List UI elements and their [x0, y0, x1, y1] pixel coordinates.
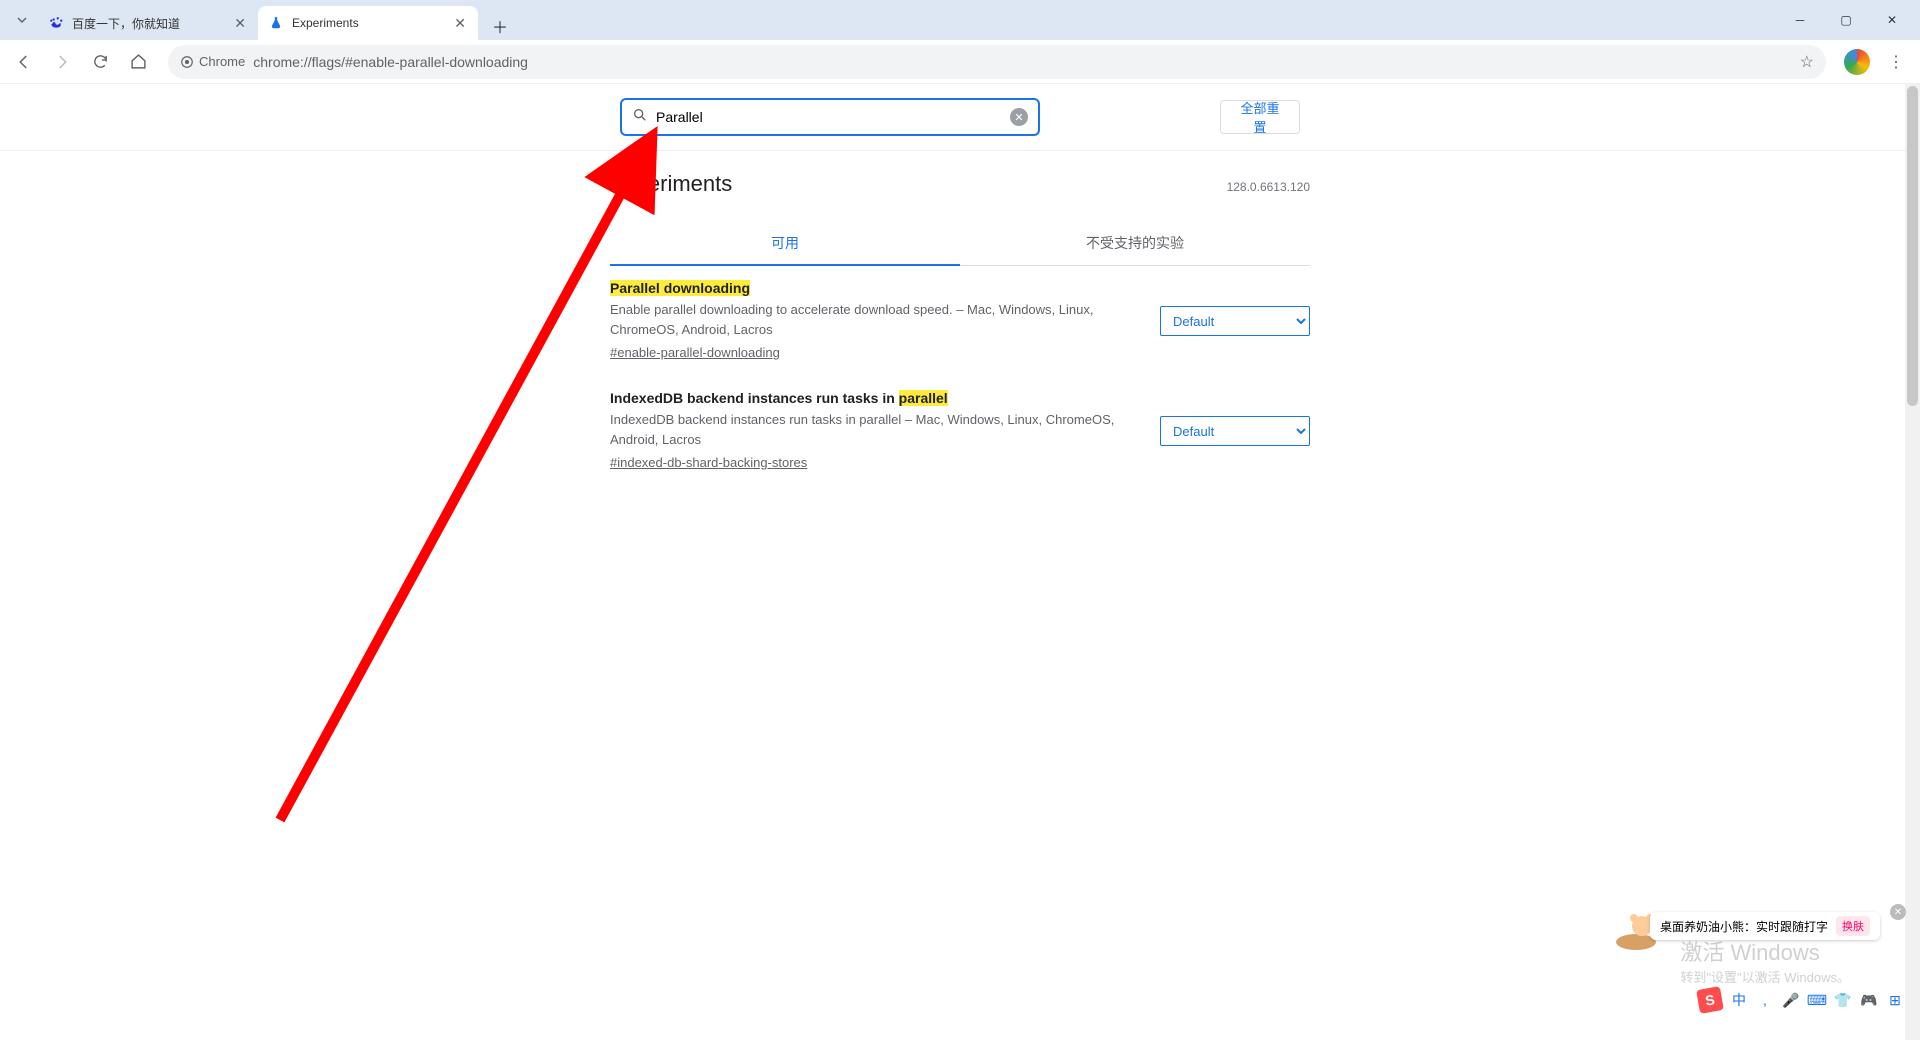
back-button[interactable] [8, 46, 40, 78]
browser-menu-button[interactable]: ⋮ [1880, 46, 1912, 78]
ime-bubble-text: 桌面养奶油小熊：实时跟随打字 [1660, 918, 1828, 935]
flag-hash-link[interactable]: #enable-parallel-downloading [610, 345, 780, 360]
page-content: ✕ 全部重置 Experiments 128.0.6613.120 可用 不受支… [0, 84, 1920, 1040]
tab-unsupported[interactable]: 不受支持的实验 [960, 221, 1310, 265]
ime-bubble-close-icon[interactable]: ✕ [1890, 904, 1906, 920]
flag-row: IndexedDB backend instances run tasks in… [610, 376, 1310, 486]
flag-hash-link[interactable]: #indexed-db-shard-backing-stores [610, 455, 807, 470]
tab-available[interactable]: 可用 [610, 221, 960, 265]
flags-search-box[interactable]: ✕ [620, 98, 1040, 136]
browser-tabs: 百度一下，你就知道 ✕ Experiments ✕ ＋ [38, 0, 514, 40]
browser-titlebar: 百度一下，你就知道 ✕ Experiments ✕ ＋ ─ ▢ ✕ [0, 0, 1920, 40]
tab-label: 可用 [771, 235, 799, 251]
chrome-icon [180, 55, 194, 69]
baidu-favicon-icon [48, 15, 64, 31]
tab-label: 不受支持的实验 [1086, 235, 1184, 251]
tab-experiments[interactable]: Experiments ✕ [258, 6, 478, 40]
ime-icon[interactable]: ⌨ [1808, 991, 1826, 1009]
new-tab-button[interactable]: ＋ [486, 12, 514, 40]
flag-description: IndexedDB backend instances run tasks in… [610, 410, 1140, 449]
address-bar[interactable]: Chrome chrome://flags/#enable-parallel-d… [168, 45, 1826, 79]
tab-title: 百度一下，你就知道 [72, 15, 232, 32]
close-icon[interactable]: ✕ [232, 13, 248, 34]
flask-favicon-icon [268, 15, 284, 31]
page-title: Experiments [610, 171, 732, 197]
profile-avatar[interactable] [1844, 49, 1870, 75]
url-text: chrome://flags/#enable-parallel-download… [253, 54, 1785, 70]
tab-baidu[interactable]: 百度一下，你就知道 ✕ [38, 6, 258, 40]
ime-icon[interactable]: 👕 [1834, 991, 1852, 1009]
ime-toolbar[interactable]: S 中, 🎤 ⌨ 👕 🎮 ⊞ [1698, 988, 1904, 1012]
flags-tabs: 可用 不受支持的实验 [610, 221, 1310, 266]
scrollbar-thumb[interactable] [1907, 86, 1918, 406]
close-window-button[interactable]: ✕ [1872, 5, 1912, 35]
ime-icon[interactable]: , [1756, 991, 1774, 1009]
flags-body: Experiments 128.0.6613.120 可用 不受支持的实验 Pa… [610, 151, 1310, 546]
flag-title: IndexedDB backend instances run tasks in… [610, 390, 1140, 406]
site-identity-chip[interactable]: Chrome [180, 54, 245, 69]
ime-icon[interactable]: 中 [1730, 991, 1748, 1009]
minimize-button[interactable]: ─ [1780, 5, 1820, 35]
flag-state-select[interactable]: Default [1160, 416, 1310, 446]
maximize-button[interactable]: ▢ [1826, 5, 1866, 35]
search-icon [632, 107, 648, 128]
browser-toolbar: Chrome chrome://flags/#enable-parallel-d… [0, 40, 1920, 84]
close-icon[interactable]: ✕ [452, 13, 468, 34]
flag-state-select[interactable]: Default [1160, 306, 1310, 336]
ime-icon[interactable]: ⊞ [1886, 991, 1904, 1009]
reset-all-label: 全部重置 [1235, 98, 1285, 136]
ime-icon[interactable]: 🎤 [1782, 991, 1800, 1009]
flags-header: ✕ 全部重置 [0, 84, 1920, 151]
flag-description: Enable parallel downloading to accelerat… [610, 300, 1140, 339]
home-button[interactable] [122, 46, 154, 78]
bookmark-star-icon[interactable]: ☆ [1800, 52, 1814, 72]
reload-button[interactable] [84, 46, 116, 78]
clear-search-icon[interactable]: ✕ [1010, 108, 1028, 126]
chip-label: Chrome [199, 54, 245, 69]
sogou-logo-icon[interactable]: S [1696, 986, 1724, 1014]
ime-icon[interactable]: 🎮 [1860, 991, 1878, 1009]
flags-list: Parallel downloading Enable parallel down… [610, 266, 1310, 486]
chrome-version: 128.0.6613.120 [1227, 180, 1310, 194]
reset-all-button[interactable]: 全部重置 [1220, 100, 1300, 134]
flag-row: Parallel downloading Enable parallel down… [610, 266, 1310, 376]
ime-skin-pill[interactable]: 换肤 [1836, 916, 1870, 936]
tab-search-dropdown[interactable] [6, 4, 38, 36]
tab-title: Experiments [292, 16, 452, 30]
ime-tip-bubble[interactable]: 桌面养奶油小熊：实时跟随打字 换肤 [1650, 912, 1880, 940]
flag-title: Parallel downloading [610, 280, 1140, 296]
flags-search-input[interactable] [656, 109, 1002, 125]
forward-button[interactable] [46, 46, 78, 78]
window-controls: ─ ▢ ✕ [1780, 5, 1920, 35]
